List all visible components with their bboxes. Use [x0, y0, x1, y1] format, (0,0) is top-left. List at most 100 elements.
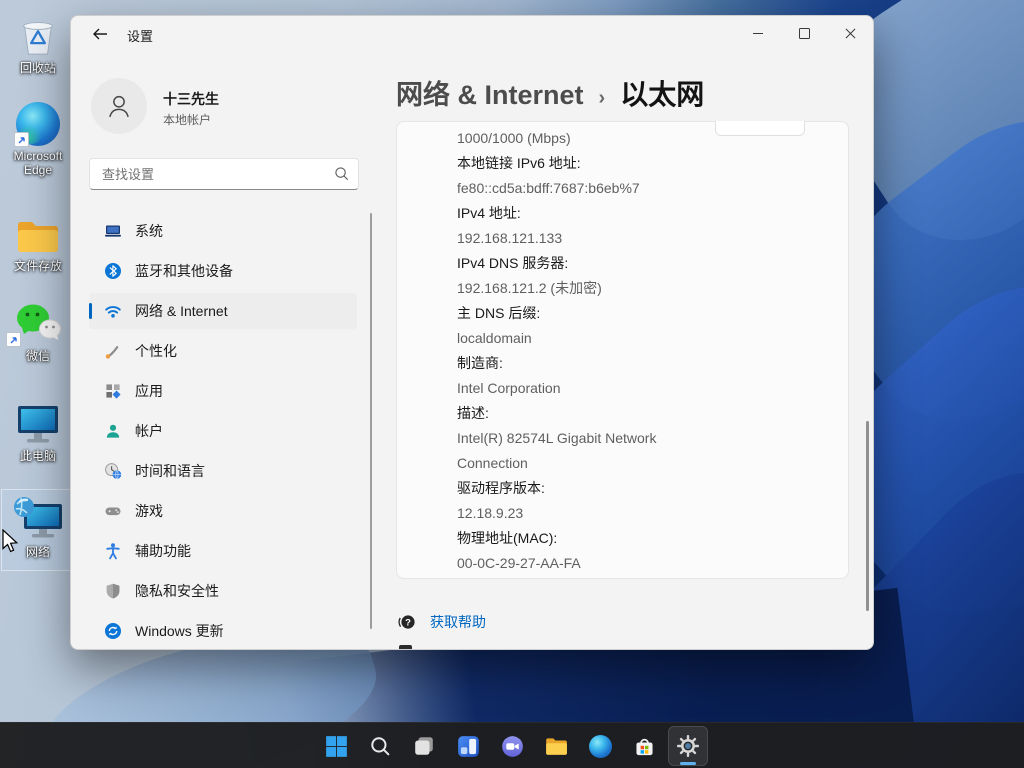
chat-camera-icon — [501, 735, 524, 758]
back-button[interactable] — [83, 21, 117, 47]
avatar[interactable] — [91, 78, 147, 134]
time-language-icon — [104, 462, 122, 480]
property-value: 12.18.9.23 — [457, 501, 729, 526]
wechat-icon — [0, 300, 76, 346]
minimize-icon — [753, 33, 763, 34]
file-explorer-button[interactable] — [536, 726, 576, 766]
back-arrow-icon — [93, 28, 108, 40]
sidebar-item-label: 游戏 — [135, 501, 163, 521]
shortcut-arrow-icon — [6, 332, 21, 347]
property-label: 驱动程序版本: — [457, 476, 848, 501]
settings-sidebar: 系统 蓝牙和其他设备 网络 & Internet 个性化 应用 帐户 — [89, 213, 357, 650]
sidebar-item-apps[interactable]: 应用 — [89, 373, 357, 409]
property-value: Intel Corporation — [457, 376, 729, 401]
desktop-icon-this-pc[interactable]: 此电脑 — [0, 400, 76, 463]
desktop-icon-recycle-bin[interactable]: 回收站 — [0, 12, 76, 75]
content-scrollbar-thumb[interactable] — [866, 421, 869, 611]
property-value: 192.168.121.133 — [457, 226, 729, 251]
sidebar-item-privacy-security[interactable]: 隐私和安全性 — [89, 573, 357, 609]
sidebar-scrollbar[interactable] — [370, 213, 372, 629]
desktop-icon-file-folder[interactable]: 文件存放 — [0, 210, 76, 273]
settings-button[interactable] — [668, 726, 708, 766]
personalization-brush-icon — [104, 342, 122, 360]
recycle-bin-icon — [0, 12, 76, 58]
property-label: 制造商: — [457, 351, 848, 376]
shortcut-arrow-icon — [14, 132, 29, 147]
system-icon — [104, 222, 122, 240]
property-value: localdomain — [457, 326, 729, 351]
store-button[interactable] — [624, 726, 664, 766]
breadcrumb-parent[interactable]: 网络 & Internet — [396, 73, 584, 112]
sidebar-item-label: 时间和语言 — [135, 461, 205, 481]
start-button[interactable] — [316, 726, 356, 766]
close-button[interactable] — [827, 16, 873, 50]
mouse-cursor — [1, 529, 21, 560]
settings-search-box[interactable] — [89, 158, 359, 190]
edge-button[interactable] — [580, 726, 620, 766]
sidebar-item-windows-update[interactable]: Windows 更新 — [89, 613, 357, 649]
monitor-icon — [0, 400, 76, 446]
widgets-button[interactable] — [448, 726, 488, 766]
desktop-icon-label: Microsoft Edge — [0, 149, 76, 177]
svg-text:?: ? — [405, 617, 411, 628]
sidebar-item-time-language[interactable]: 时间和语言 — [89, 453, 357, 489]
window-title: 设置 — [127, 26, 153, 45]
sidebar-item-accounts[interactable]: 帐户 — [89, 413, 357, 449]
search-icon — [369, 735, 391, 757]
copy-button[interactable] — [715, 121, 805, 136]
accounts-person-icon — [104, 422, 122, 440]
desktop-icon-wechat[interactable]: 微信 — [0, 300, 76, 363]
settings-gear-icon — [676, 734, 700, 758]
desktop-icon-label: 此电脑 — [0, 449, 76, 463]
profile-name: 十三先生 — [163, 89, 219, 109]
get-help-label: 获取帮助 — [430, 612, 486, 632]
desktop: 回收站 Microsoft Edge 文件存放 — [0, 0, 1024, 768]
sidebar-item-network-internet[interactable]: 网络 & Internet — [89, 293, 357, 329]
taskbar-search-button[interactable] — [360, 726, 400, 766]
property-label: IPv4 地址: — [457, 201, 848, 226]
sidebar-item-gaming[interactable]: 游戏 — [89, 493, 357, 529]
desktop-icon-label: 微信 — [0, 349, 76, 363]
close-icon — [845, 28, 856, 39]
sidebar-item-system[interactable]: 系统 — [89, 213, 357, 249]
windows-logo-icon — [325, 735, 348, 758]
sidebar-item-personalization[interactable]: 个性化 — [89, 333, 357, 369]
wifi-icon — [104, 302, 122, 320]
sidebar-item-bluetooth-devices[interactable]: 蓝牙和其他设备 — [89, 253, 357, 289]
active-app-indicator — [680, 762, 696, 765]
maximize-button[interactable] — [781, 16, 827, 50]
search-input[interactable] — [100, 160, 324, 188]
desktop-icon-label: 文件存放 — [0, 259, 76, 273]
sidebar-item-label: 个性化 — [135, 341, 177, 361]
search-icon — [334, 166, 349, 186]
property-value: 00-0C-29-27-AA-FA — [457, 551, 729, 576]
page-title: 以太网 — [620, 73, 704, 113]
sidebar-item-label: 网络 & Internet — [135, 301, 228, 321]
help-question-icon: ? — [397, 612, 417, 632]
sidebar-item-label: 帐户 — [135, 421, 163, 441]
sidebar-item-label: Windows 更新 — [135, 621, 224, 641]
get-help-link[interactable]: ? 获取帮助 — [397, 612, 486, 632]
sidebar-item-label: 隐私和安全性 — [135, 581, 219, 601]
folder-icon — [0, 210, 76, 256]
edge-logo-icon — [0, 100, 76, 146]
apps-icon — [104, 382, 122, 400]
maximize-icon — [799, 28, 810, 39]
minimize-button[interactable] — [735, 16, 781, 50]
sidebar-item-label: 辅助功能 — [135, 541, 191, 561]
sidebar-item-label: 蓝牙和其他设备 — [135, 261, 233, 281]
sidebar-item-label: 系统 — [135, 221, 163, 241]
property-label: IPv4 DNS 服务器: — [457, 251, 848, 276]
sidebar-item-label: 应用 — [135, 381, 163, 401]
widgets-icon — [457, 735, 480, 758]
desktop-icon-microsoft-edge[interactable]: Microsoft Edge — [0, 100, 76, 177]
property-value: fe80::cd5a:bdff:7687:b6eb%7 — [457, 176, 729, 201]
accessibility-icon — [104, 542, 122, 560]
property-label: 物理地址(MAC): — [457, 526, 848, 551]
bluetooth-icon — [104, 262, 122, 280]
profile-account-type: 本地帐户 — [163, 111, 211, 128]
sidebar-item-accessibility[interactable]: 辅助功能 — [89, 533, 357, 569]
windows-update-icon — [104, 622, 122, 640]
chat-button[interactable] — [492, 726, 532, 766]
task-view-button[interactable] — [404, 726, 444, 766]
